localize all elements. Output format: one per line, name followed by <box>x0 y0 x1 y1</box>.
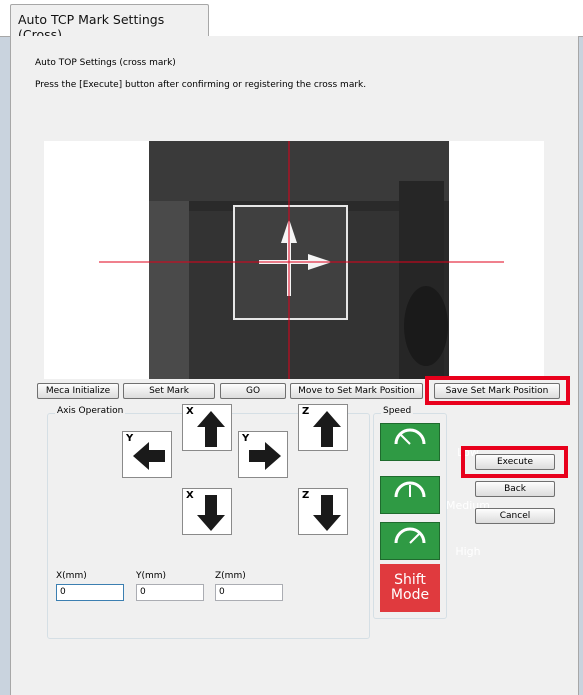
shift-mode-button[interactable]: Shift Mode <box>380 564 440 612</box>
z-mm-label: Z(mm) <box>215 571 246 581</box>
camera-view[interactable] <box>44 141 544 379</box>
x-minus-button[interactable]: X <box>182 488 232 535</box>
y-plus-button[interactable]: Y <box>238 431 288 478</box>
execute-button[interactable]: Execute <box>475 454 555 470</box>
z-minus-button[interactable]: Z <box>298 488 348 535</box>
tab-strip: Auto TCP Mark Settings (Cross) <box>0 0 583 42</box>
z-plus-button[interactable]: Z <box>298 404 348 451</box>
shift-mode-line1: Shift <box>394 572 426 588</box>
subtitle: Auto TOP Settings (cross mark) <box>35 58 176 68</box>
save-set-mark-position-button[interactable]: Save Set Mark Position <box>434 383 560 399</box>
arrow-up-icon <box>197 411 225 447</box>
move-to-set-mark-position-button[interactable]: Move to Set Mark Position <box>290 383 423 399</box>
shift-mode-line2: Mode <box>390 587 430 603</box>
speed-low-button[interactable]: Low <box>380 423 479 461</box>
speed-high-label: High <box>455 545 481 558</box>
y-mm-label: Y(mm) <box>136 571 167 581</box>
arrow-down-icon <box>313 495 341 531</box>
instruction-text: Press the [Execute] button after confirm… <box>35 80 367 90</box>
tab-auto-tcp-mark-settings[interactable]: Auto TCP Mark Settings (Cross) <box>10 4 209 42</box>
arrow-left-icon <box>133 442 165 470</box>
camera-image <box>44 141 544 379</box>
speed-high-button[interactable]: High <box>380 522 481 560</box>
x-mm-field[interactable]: 0 <box>56 584 124 601</box>
arrow-down-icon <box>197 495 225 531</box>
z-mm-field[interactable]: 0 <box>215 584 283 601</box>
arrow-up-icon <box>313 411 341 447</box>
arrow-right-icon <box>249 442 281 470</box>
x-mm-label: X(mm) <box>56 571 87 581</box>
axis-operation-label: Axis Operation <box>55 406 126 416</box>
x-plus-button[interactable]: X <box>182 404 232 451</box>
cancel-button[interactable]: Cancel <box>475 508 555 524</box>
back-button[interactable]: Back <box>475 481 555 497</box>
set-mark-button[interactable]: Set Mark <box>123 383 215 399</box>
y-mm-field[interactable]: 0 <box>136 584 204 601</box>
speed-medium-button[interactable]: Medium <box>380 476 490 514</box>
meca-initialize-button[interactable]: Meca Initialize <box>37 383 119 399</box>
y-minus-button[interactable]: Y <box>122 431 172 478</box>
speedometer-high-icon <box>394 527 426 544</box>
go-button[interactable]: GO <box>220 383 286 399</box>
speedometer-medium-icon <box>394 481 426 498</box>
speed-label: Speed <box>381 406 414 416</box>
speedometer-low-icon <box>394 428 426 445</box>
